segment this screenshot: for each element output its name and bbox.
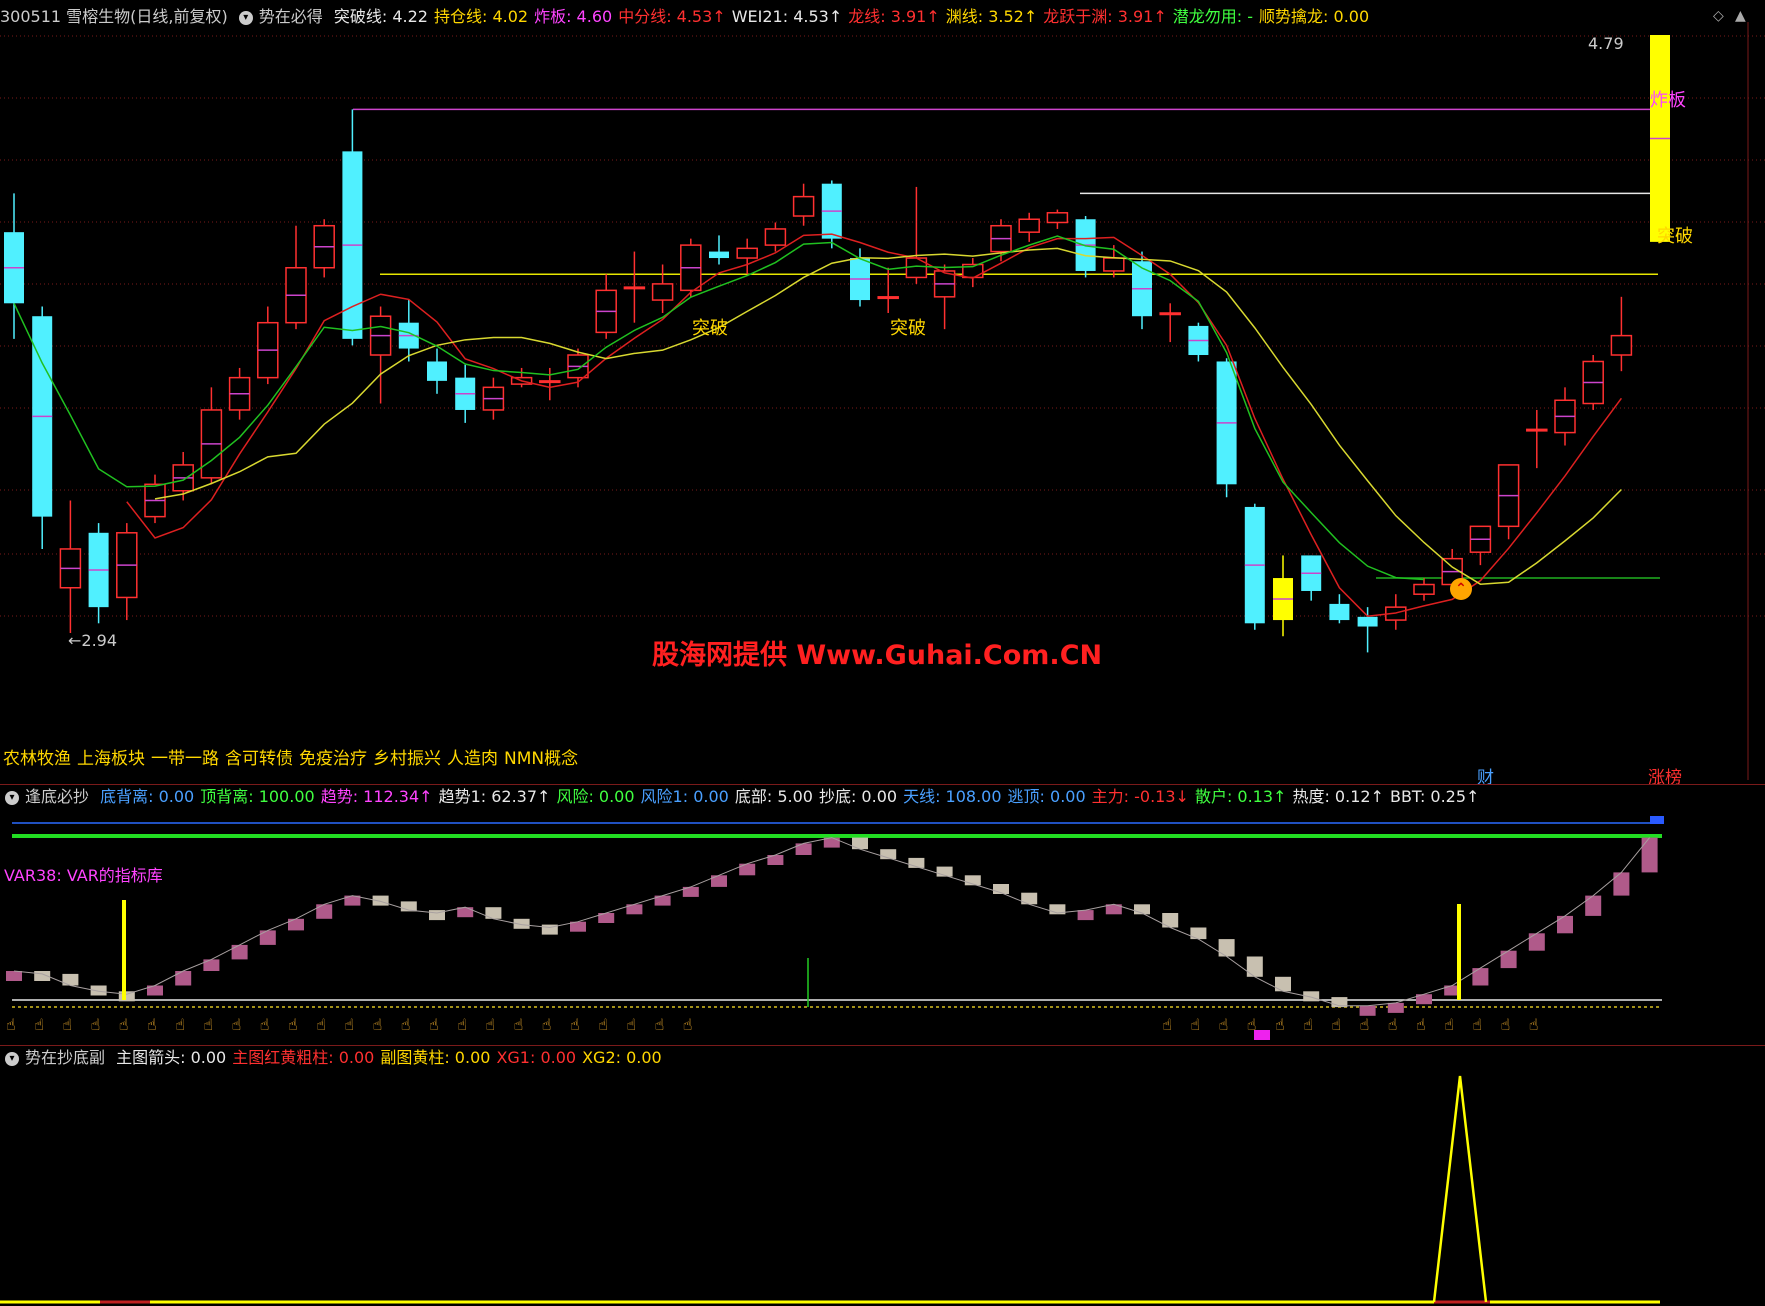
indicator2-chart[interactable]	[0, 0, 1765, 1306]
signal-spike	[1432, 1075, 1488, 1303]
